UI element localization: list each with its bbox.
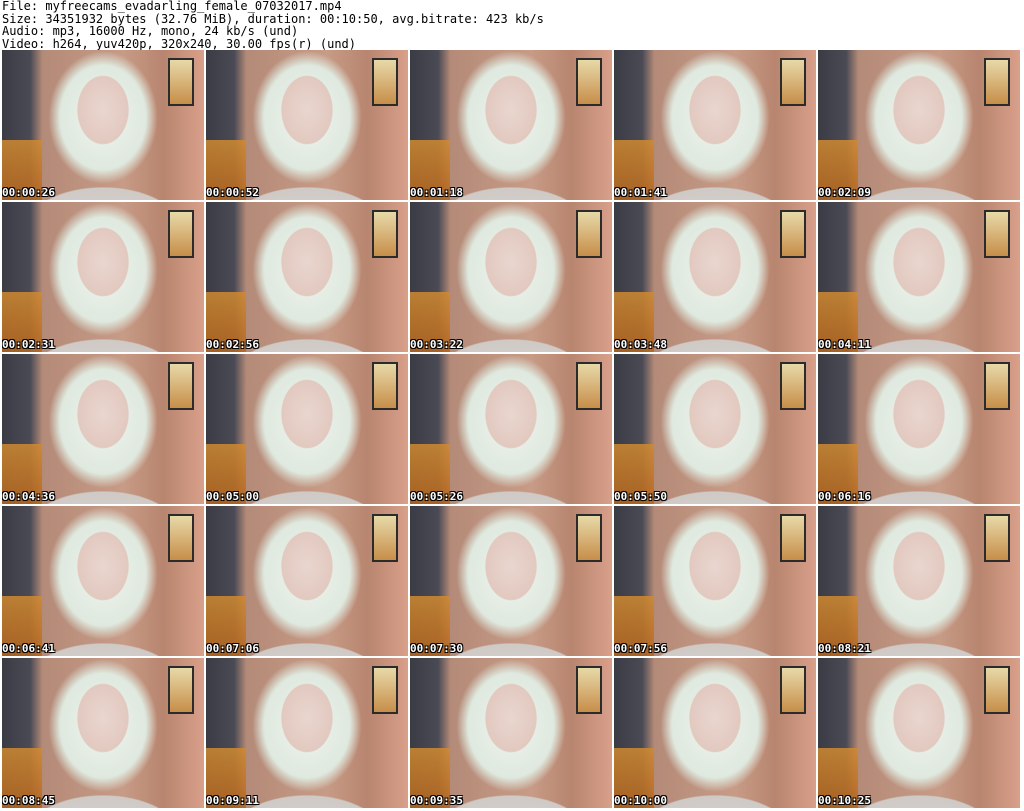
background-poster bbox=[984, 210, 1010, 258]
background-poster bbox=[576, 210, 602, 258]
timestamp-label: 00:06:41 bbox=[2, 642, 55, 655]
video-thumbnail: 00:03:22 bbox=[410, 202, 612, 352]
video-thumbnail: 00:09:11 bbox=[206, 658, 408, 808]
video-thumbnail: 00:03:48 bbox=[614, 202, 816, 352]
timestamp-label: 00:02:56 bbox=[206, 338, 259, 351]
timestamp-label: 00:08:45 bbox=[2, 794, 55, 807]
timestamp-label: 00:09:35 bbox=[410, 794, 463, 807]
video-thumbnail: 00:02:56 bbox=[206, 202, 408, 352]
video-thumbnail: 00:10:00 bbox=[614, 658, 816, 808]
video-thumbnail: 00:10:25 bbox=[818, 658, 1020, 808]
thumbnail-grid: 00:00:26 00:00:52 00:01:18 00:01:41 00:02:09… bbox=[0, 50, 1024, 811]
video-thumbnail: 00:00:26 bbox=[2, 50, 204, 200]
background-poster bbox=[984, 666, 1010, 714]
background-poster bbox=[372, 666, 398, 714]
timestamp-label: 00:05:26 bbox=[410, 490, 463, 503]
background-poster bbox=[984, 58, 1010, 106]
background-poster bbox=[168, 210, 194, 258]
background-poster bbox=[576, 58, 602, 106]
video-info-line: Video: h264, yuv420p, 320x240, 30.00 fps… bbox=[2, 36, 357, 51]
video-thumbnail: 00:07:30 bbox=[410, 506, 612, 656]
video-thumbnail: 00:01:18 bbox=[410, 50, 612, 200]
video-thumbnail: 00:04:11 bbox=[818, 202, 1020, 352]
video-thumbnail: 00:05:00 bbox=[206, 354, 408, 504]
timestamp-label: 00:03:48 bbox=[614, 338, 667, 351]
timestamp-label: 00:07:06 bbox=[206, 642, 259, 655]
timestamp-label: 00:10:00 bbox=[614, 794, 667, 807]
video-thumbnail: 00:05:26 bbox=[410, 354, 612, 504]
timestamp-label: 00:08:21 bbox=[818, 642, 871, 655]
file-info-header: File: myfreecams_evadarling_female_07032… bbox=[0, 0, 1024, 50]
video-thumbnail: 00:08:45 bbox=[2, 658, 204, 808]
video-thumbnail: 00:02:31 bbox=[2, 202, 204, 352]
timestamp-label: 00:04:36 bbox=[2, 490, 55, 503]
timestamp-label: 00:06:16 bbox=[818, 490, 871, 503]
timestamp-label: 00:02:31 bbox=[2, 338, 55, 351]
video-thumbnail: 00:01:41 bbox=[614, 50, 816, 200]
timestamp-label: 00:07:30 bbox=[410, 642, 463, 655]
timestamp-label: 00:09:11 bbox=[206, 794, 259, 807]
background-poster bbox=[168, 362, 194, 410]
timestamp-label: 00:01:18 bbox=[410, 186, 463, 199]
background-poster bbox=[372, 362, 398, 410]
background-poster bbox=[168, 58, 194, 106]
background-poster bbox=[576, 514, 602, 562]
video-thumbnail: 00:08:21 bbox=[818, 506, 1020, 656]
video-thumbnail: 00:06:41 bbox=[2, 506, 204, 656]
background-poster bbox=[576, 666, 602, 714]
timestamp-label: 00:10:25 bbox=[818, 794, 871, 807]
video-thumbnail: 00:06:16 bbox=[818, 354, 1020, 504]
timestamp-label: 00:01:41 bbox=[614, 186, 667, 199]
video-thumbnail: 00:04:36 bbox=[2, 354, 204, 504]
video-thumbnail: 00:07:56 bbox=[614, 506, 816, 656]
file-name-line: File: myfreecams_evadarling_female_07032… bbox=[2, 0, 342, 13]
timestamp-label: 00:04:11 bbox=[818, 338, 871, 351]
background-poster bbox=[372, 514, 398, 562]
background-poster bbox=[576, 362, 602, 410]
timestamp-label: 00:07:56 bbox=[614, 642, 667, 655]
video-thumbnail: 00:09:35 bbox=[410, 658, 612, 808]
background-poster bbox=[780, 58, 806, 106]
background-poster bbox=[780, 362, 806, 410]
timestamp-label: 00:02:09 bbox=[818, 186, 871, 199]
timestamp-label: 00:05:00 bbox=[206, 490, 259, 503]
background-poster bbox=[372, 58, 398, 106]
background-poster bbox=[168, 666, 194, 714]
background-poster bbox=[984, 514, 1010, 562]
background-poster bbox=[168, 514, 194, 562]
background-poster bbox=[780, 514, 806, 562]
video-thumbnail: 00:05:50 bbox=[614, 354, 816, 504]
background-poster bbox=[984, 362, 1010, 410]
video-thumbnail: 00:02:09 bbox=[818, 50, 1020, 200]
timestamp-label: 00:05:50 bbox=[614, 490, 667, 503]
background-poster bbox=[780, 666, 806, 714]
timestamp-label: 00:03:22 bbox=[410, 338, 463, 351]
timestamp-label: 00:00:26 bbox=[2, 186, 55, 199]
audio-info-line: Audio: mp3, 16000 Hz, mono, 24 kb/s (und… bbox=[2, 24, 299, 38]
background-poster bbox=[372, 210, 398, 258]
background-poster bbox=[780, 210, 806, 258]
video-thumbnail: 00:00:52 bbox=[206, 50, 408, 200]
video-thumbnail: 00:07:06 bbox=[206, 506, 408, 656]
timestamp-label: 00:00:52 bbox=[206, 186, 259, 199]
